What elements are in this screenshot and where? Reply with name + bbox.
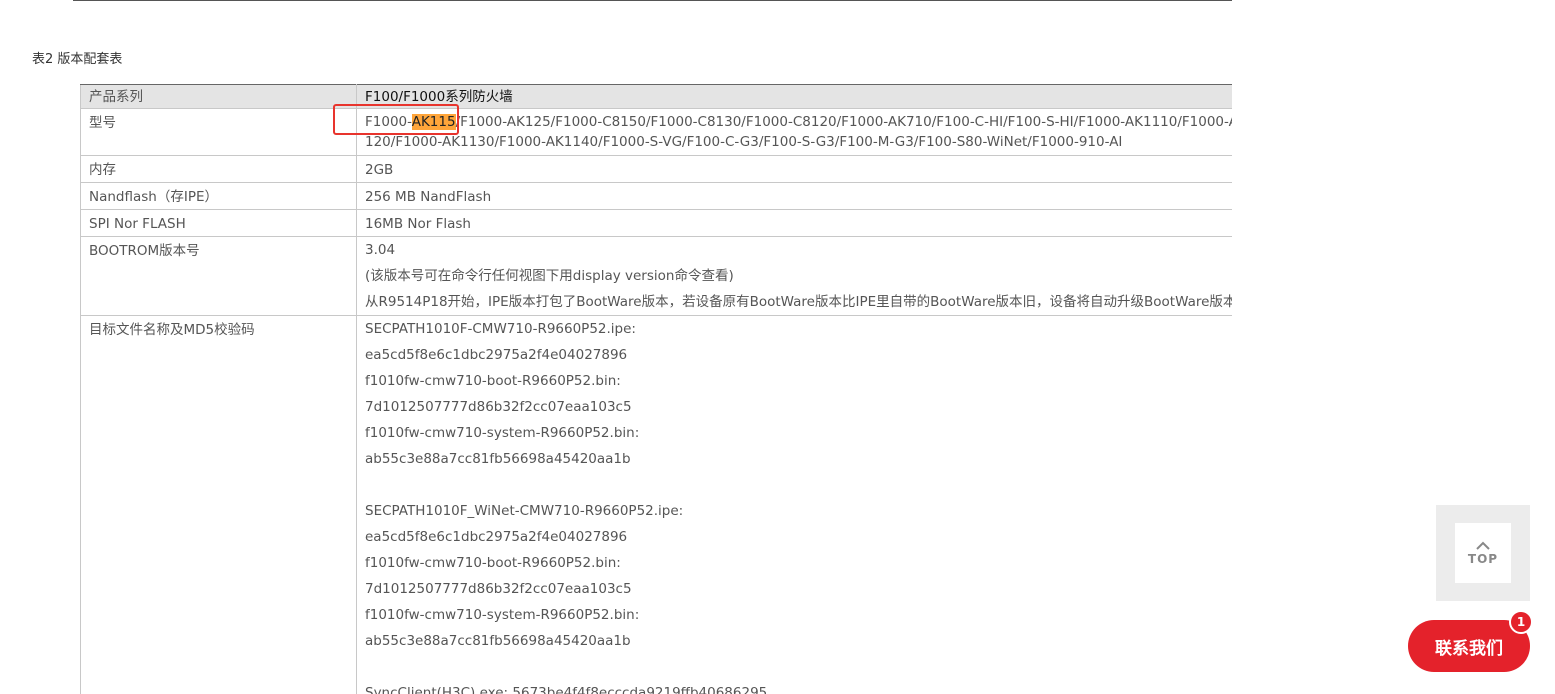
spi-label: SPI Nor FLASH xyxy=(80,209,357,237)
chevron-up-icon xyxy=(1476,541,1490,550)
files-value: SECPATH1010F-CMW710-R9660P52.ipe: ea5cd5… xyxy=(356,315,1232,694)
memory-label: 内存 xyxy=(80,155,357,183)
file-line: f1010fw-cmw710-system-R9660P52.bin: xyxy=(365,425,640,441)
header-value: F100/F1000系列防火墙 xyxy=(356,84,1232,109)
page: 表2 版本配套表 产品系列 F100/F1000系列防火墙 型号 F1000-A… xyxy=(0,0,1555,694)
file-line: SECPATH1010F_WiNet-CMW710-R9660P52.ipe: xyxy=(365,503,684,519)
file-line: f1010fw-cmw710-boot-R9660P52.bin: xyxy=(365,555,621,571)
table-row-files: 目标文件名称及MD5校验码 SECPATH1010F-CMW710-R9660P… xyxy=(80,315,1232,694)
files-label: 目标文件名称及MD5校验码 xyxy=(80,315,357,694)
bootrom-line: 从R9514P18开始，IPE版本打包了BootWare版本，若设备原有Boot… xyxy=(365,294,1232,310)
table-caption: 表2 版本配套表 xyxy=(32,52,123,67)
file-line-blank xyxy=(365,654,1232,680)
model-prefix: F1000- xyxy=(365,114,412,130)
model-line-1: F1000-AK115/F1000-AK125/F1000-C8150/F100… xyxy=(365,112,1232,132)
back-to-top-inner: TOP xyxy=(1455,523,1511,583)
spi-value: 16MB Nor Flash xyxy=(356,209,1232,237)
file-line: 7d1012507777d86b32f2cc07eaa103c5 xyxy=(365,581,632,597)
bootrom-label: BOOTROM版本号 xyxy=(80,236,357,316)
file-line: ea5cd5f8e6c1dbc2975a2f4e04027896 xyxy=(365,347,628,363)
table-header-row: 产品系列 F100/F1000系列防火墙 xyxy=(80,84,1232,109)
model-line-2: 120/F1000-AK1130/F1000-AK1140/F1000-S-VG… xyxy=(365,134,1123,150)
top-divider xyxy=(73,0,1232,1)
bootrom-line: (该版本号可在命令行任何视图下用display version命令查看) xyxy=(365,268,734,284)
nandflash-label: Nandflash（存IPE） xyxy=(80,182,357,210)
search-highlight: AK115 xyxy=(411,114,456,130)
file-line: 7d1012507777d86b32f2cc07eaa103c5 xyxy=(365,399,632,415)
version-table-container: 产品系列 F100/F1000系列防火墙 型号 F1000-AK115/F100… xyxy=(80,84,1232,694)
file-line: ab55c3e88a7cc81fb56698a45420aa1b xyxy=(365,451,631,467)
model-label: 型号 xyxy=(80,108,357,156)
file-line: ea5cd5f8e6c1dbc2975a2f4e04027896 xyxy=(365,529,628,545)
table-row-model: 型号 F1000-AK115/F1000-AK125/F1000-C8150/F… xyxy=(80,108,1232,156)
back-to-top-label: TOP xyxy=(1467,551,1499,566)
header-label: 产品系列 xyxy=(80,84,357,109)
model-value: F1000-AK115/F1000-AK125/F1000-C8150/F100… xyxy=(356,108,1232,156)
file-line: SyncClient(H3C).exe: 5673be4f4f8ecccda92… xyxy=(365,685,768,694)
table-row-spi: SPI Nor FLASH 16MB Nor Flash xyxy=(80,209,1232,237)
memory-value: 2GB xyxy=(356,155,1232,183)
table-row-nandflash: Nandflash（存IPE） 256 MB NandFlash xyxy=(80,182,1232,210)
model-rest: /F1000-AK125/F1000-C8150/F1000-C8130/F10… xyxy=(455,114,1232,130)
table-row-memory: 内存 2GB xyxy=(80,155,1232,183)
bootrom-value: 3.04 (该版本号可在命令行任何视图下用display version命令查看… xyxy=(356,236,1232,316)
bootrom-line: 3.04 xyxy=(365,242,396,258)
file-line: ab55c3e88a7cc81fb56698a45420aa1b xyxy=(365,633,631,649)
version-table: 产品系列 F100/F1000系列防火墙 型号 F1000-AK115/F100… xyxy=(80,84,1232,694)
nandflash-value: 256 MB NandFlash xyxy=(356,182,1232,210)
notification-badge: 1 xyxy=(1509,610,1533,634)
file-line: SECPATH1010F-CMW710-R9660P52.ipe: xyxy=(365,321,636,337)
file-line: f1010fw-cmw710-system-R9660P52.bin: xyxy=(365,607,640,623)
file-line-blank xyxy=(365,472,1232,498)
table-row-bootrom: BOOTROM版本号 3.04 (该版本号可在命令行任何视图下用display … xyxy=(80,236,1232,316)
back-to-top-button[interactable]: TOP xyxy=(1436,505,1530,601)
file-line: f1010fw-cmw710-boot-R9660P52.bin: xyxy=(365,373,621,389)
